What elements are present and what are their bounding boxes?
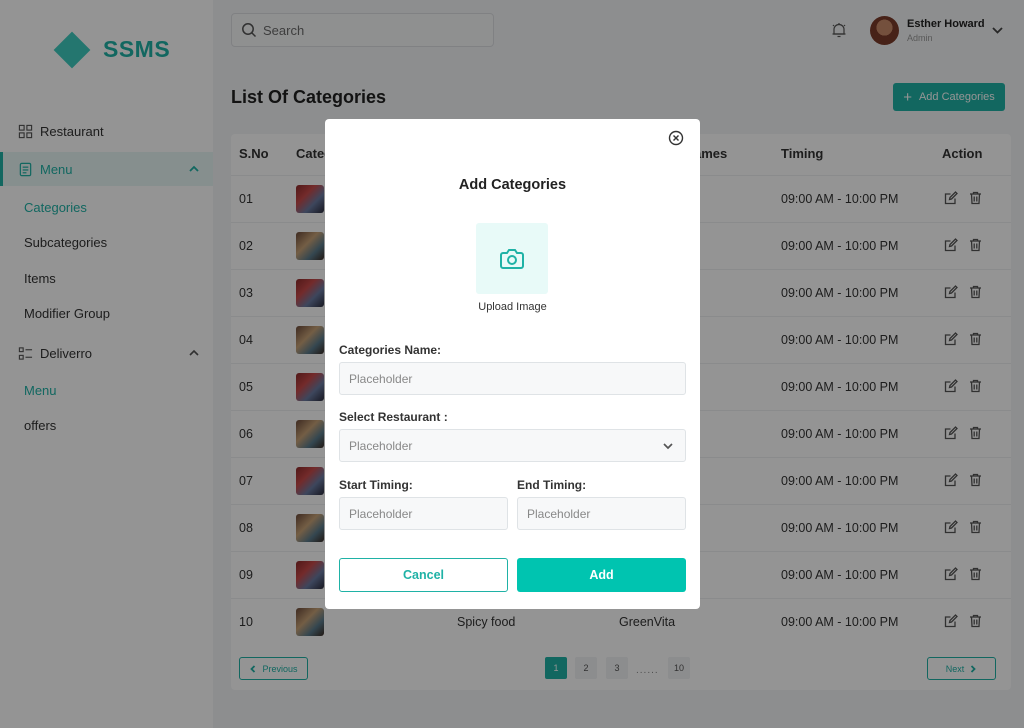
end-timing-input[interactable]: Placeholder (517, 497, 686, 530)
start-timing-placeholder: Placeholder (349, 506, 413, 521)
select-restaurant-label: Select Restaurant : (339, 410, 448, 424)
categories-name-input[interactable]: Placeholder (339, 362, 686, 395)
modal-title: Add Categories (458, 177, 567, 193)
camera-icon (500, 248, 524, 269)
cancel-button[interactable]: Cancel (339, 558, 508, 592)
add-categories-modal: Add Categories Upload Image Categories N… (325, 119, 700, 609)
start-timing-input[interactable]: Placeholder (339, 497, 508, 530)
select-restaurant-dropdown[interactable]: Placeholder (339, 429, 686, 462)
close-icon[interactable] (668, 130, 684, 146)
categories-name-label: Categories Name: (339, 343, 442, 357)
upload-image-label: Upload Image (478, 301, 547, 313)
select-restaurant-placeholder: Placeholder (349, 438, 413, 453)
chevron-down-icon (663, 443, 673, 450)
start-timing-label: Start Timing: (339, 478, 413, 492)
upload-image-button[interactable] (476, 223, 548, 294)
add-button[interactable]: Add (517, 558, 686, 592)
categories-name-placeholder: Placeholder (349, 371, 413, 386)
end-timing-placeholder: Placeholder (527, 506, 591, 521)
end-timing-label: End Timing: (517, 478, 587, 492)
